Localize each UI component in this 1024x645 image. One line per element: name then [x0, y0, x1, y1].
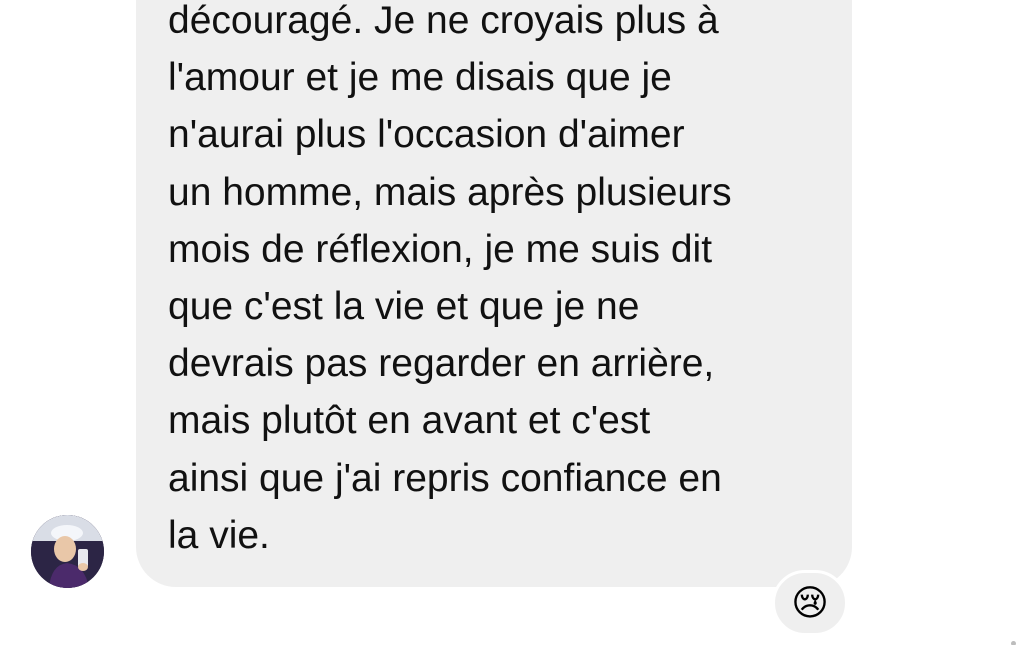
message-text: découragé. Je ne croyais plus à l'amour … [168, 0, 838, 564]
message-line: mois de réflexion, je me suis dit [168, 227, 713, 271]
message-line: un homme, mais après plusieurs [168, 170, 732, 214]
message-line: que c'est la vie et que je ne [168, 285, 640, 329]
reaction-badge[interactable]: 😢 [772, 570, 848, 636]
message-line: l'amour et je me disais que je [168, 56, 672, 100]
message-line: mais plutôt en avant et c'est [168, 399, 651, 443]
received-message-bubble[interactable]: découragé. Je ne croyais plus à l'amour … [136, 0, 852, 587]
crying-face-emoji-icon: 😢 [791, 582, 829, 623]
message-line: ainsi que j'ai repris confiance en [168, 456, 722, 500]
sender-avatar[interactable] [31, 515, 104, 588]
message-line: n'aurai plus l'occasion d'aimer [168, 113, 685, 157]
scroll-indicator [1011, 641, 1016, 645]
chat-view: découragé. Je ne croyais plus à l'amour … [0, 0, 1024, 645]
message-line: découragé. Je ne croyais plus à [168, 0, 719, 42]
message-line: la vie. [168, 513, 270, 557]
user-avatar-icon [31, 515, 104, 588]
message-line: devrais pas regarder en arrière, [168, 342, 715, 386]
